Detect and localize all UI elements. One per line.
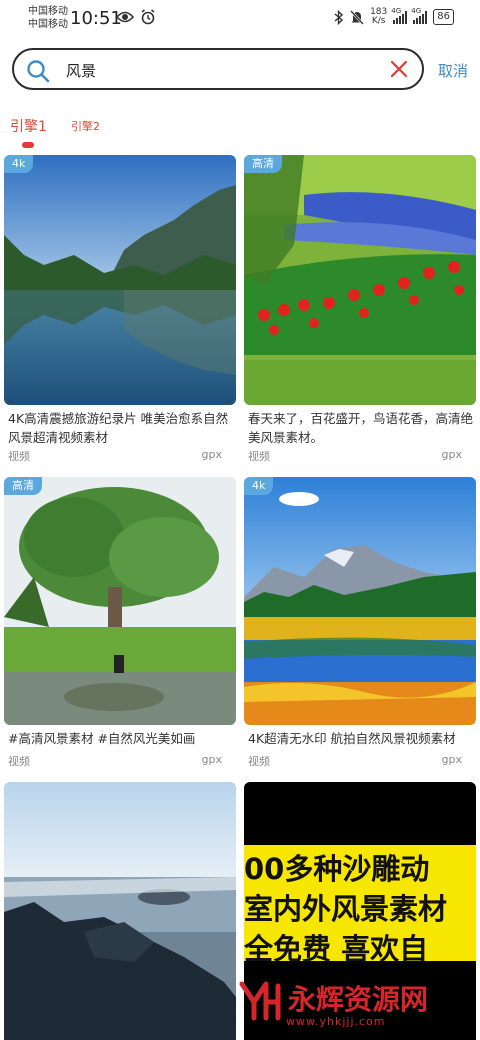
quality-badge: 4k	[244, 477, 274, 495]
status-bar: 中国移动 中国移动 10:51 183 K/s 4G 4G 86	[0, 0, 480, 36]
card-title[interactable]: 4K高清震撼旅游纪录片 唯美治愈系自然风景超清视频素材	[8, 409, 236, 447]
card-source: gpx	[201, 753, 222, 766]
quality-badge: 高清	[4, 477, 42, 495]
tab-engine-1[interactable]: 引擎1	[10, 116, 47, 136]
video-card[interactable]	[4, 782, 236, 1040]
video-card[interactable]: 高清 春天来了，百花盛开，鸟语花香，高清绝美风景素材。 视频 gpx	[244, 155, 476, 465]
video-thumbnail[interactable]: 4k	[244, 477, 476, 725]
tab-engine-2[interactable]: 引擎2	[71, 118, 100, 134]
video-card[interactable]: 高清 #高清风景素材 #自然风光美如画 视频 gpx	[4, 477, 236, 772]
card-title[interactable]: 4K超清无水印 航拍自然风景视频素材	[248, 729, 476, 748]
status-time: 10:51	[70, 8, 122, 29]
search-input[interactable]	[64, 56, 388, 84]
mute-bell-icon	[350, 9, 364, 25]
search-icon[interactable]	[26, 59, 50, 83]
promo-line-2: 室内外风景素材	[244, 892, 448, 926]
video-thumbnail[interactable]: 高清	[244, 155, 476, 405]
quality-badge: 4k	[4, 155, 34, 173]
card-source: gpx	[201, 448, 222, 461]
search-bar[interactable]	[12, 48, 424, 90]
quality-badge: 高清	[244, 155, 282, 173]
card-source: gpx	[441, 448, 462, 461]
eye-icon	[116, 11, 134, 23]
network-speed: 183 K/s	[370, 8, 387, 26]
card-type: 视频	[248, 755, 270, 768]
logo-mark-icon	[239, 981, 281, 1021]
card-title[interactable]: #高清风景素材 #自然风光美如画	[8, 729, 236, 748]
watermark-url: www.yhkjjj.com	[286, 1015, 386, 1028]
signal-1-net: 4G	[391, 7, 402, 15]
promo-line-3: 全免费 喜欢自	[244, 932, 429, 966]
carrier-2: 中国移动	[28, 19, 68, 30]
card-source: gpx	[441, 753, 462, 766]
cancel-button[interactable]: 取消	[438, 60, 468, 81]
carrier-1: 中国移动	[28, 6, 68, 17]
bluetooth-icon	[334, 9, 344, 25]
battery-icon: 86	[433, 9, 454, 25]
video-thumbnail[interactable]: 高清	[4, 477, 236, 725]
video-card[interactable]: 4k 4K超清无水印 航拍自然风景视频素材 视频 gpx	[244, 477, 476, 772]
watermark-name: 永辉资源网	[288, 983, 429, 1016]
video-thumbnail[interactable]	[4, 782, 236, 1040]
card-type: 视频	[8, 755, 30, 768]
card-title[interactable]: 春天来了，百花盛开，鸟语花香，高清绝美风景素材。	[248, 409, 476, 447]
promo-line-1: 00多种沙雕动	[244, 852, 430, 886]
signal-2-net: 4G	[411, 7, 422, 15]
video-card[interactable]: 4k 4K高清震撼旅游纪录片 唯美治愈系自然风景超清视频素材 视频 gpx	[4, 155, 236, 465]
card-type: 视频	[8, 450, 30, 463]
tab-active-indicator	[22, 142, 34, 148]
speed-unit: K/s	[371, 16, 386, 26]
signal-2-icon: 4G	[411, 7, 428, 24]
card-type: 视频	[248, 450, 270, 463]
alarm-icon	[141, 9, 155, 25]
clear-icon[interactable]	[390, 60, 408, 78]
signal-1-icon: 4G	[391, 7, 408, 24]
video-thumbnail[interactable]: 4k	[4, 155, 236, 405]
